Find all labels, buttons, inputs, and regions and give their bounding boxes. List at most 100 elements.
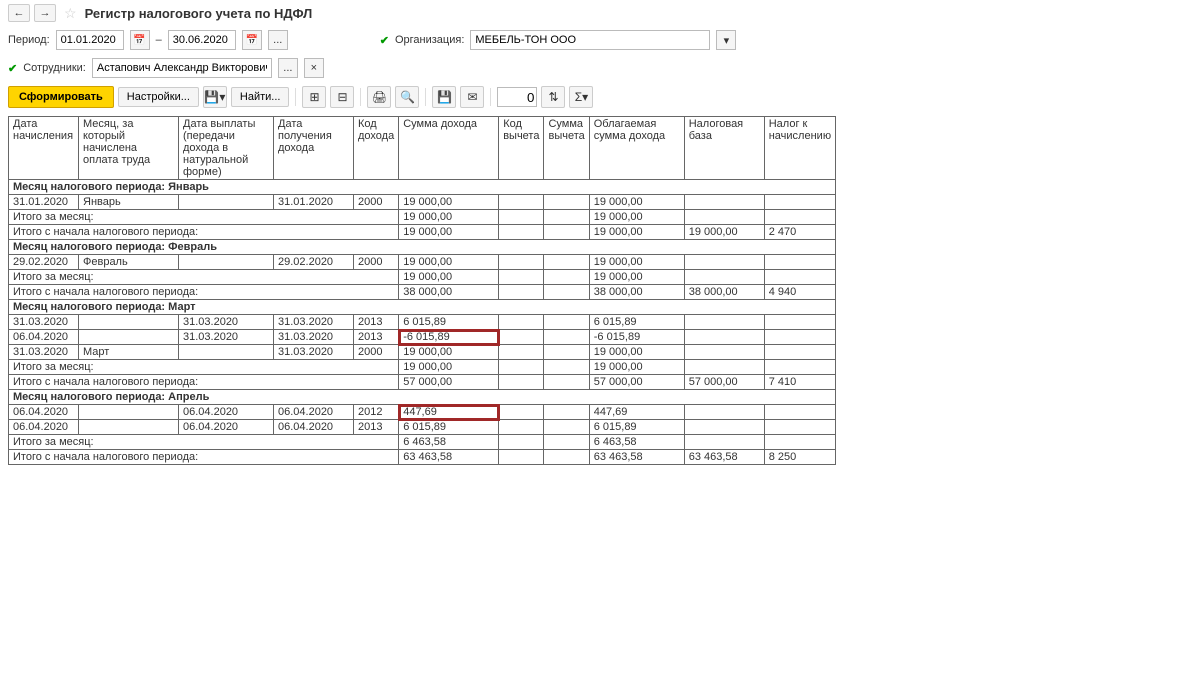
- cell[interactable]: 06.04.2020: [9, 405, 79, 420]
- collapse-all-icon[interactable]: ⊟: [330, 86, 354, 108]
- save-icon[interactable]: 💾: [432, 86, 456, 108]
- cell[interactable]: 29.02.2020: [9, 255, 79, 270]
- cell[interactable]: 63 463,58: [684, 450, 764, 465]
- back-button[interactable]: ←: [8, 4, 30, 22]
- spinner-icon[interactable]: ⇅: [541, 86, 565, 108]
- cell[interactable]: [544, 270, 589, 285]
- org-check-icon[interactable]: ✔: [380, 34, 389, 47]
- period-to-input[interactable]: [168, 30, 236, 50]
- cell[interactable]: [499, 375, 544, 390]
- cell[interactable]: [764, 435, 835, 450]
- cell[interactable]: [544, 420, 589, 435]
- cell[interactable]: [544, 210, 589, 225]
- cell[interactable]: 31.03.2020: [179, 330, 274, 345]
- cell[interactable]: 19 000,00: [399, 210, 499, 225]
- cell[interactable]: 19 000,00: [399, 225, 499, 240]
- cell[interactable]: [684, 330, 764, 345]
- cell[interactable]: 2013: [354, 330, 399, 345]
- cell[interactable]: 31.03.2020: [179, 315, 274, 330]
- cell[interactable]: 31.03.2020: [274, 345, 354, 360]
- cell[interactable]: 19 000,00: [399, 195, 499, 210]
- cell[interactable]: [684, 405, 764, 420]
- cell[interactable]: [499, 360, 544, 375]
- cell[interactable]: [79, 405, 179, 420]
- cell[interactable]: 19 000,00: [399, 360, 499, 375]
- cell[interactable]: 38 000,00: [399, 285, 499, 300]
- cell[interactable]: [544, 315, 589, 330]
- cell[interactable]: [179, 255, 274, 270]
- cell[interactable]: [764, 270, 835, 285]
- cell[interactable]: 2013: [354, 315, 399, 330]
- cell[interactable]: [684, 360, 764, 375]
- cell[interactable]: 8 250: [764, 450, 835, 465]
- cell[interactable]: [764, 315, 835, 330]
- cell[interactable]: 63 463,58: [399, 450, 499, 465]
- cell[interactable]: 19 000,00: [399, 270, 499, 285]
- cell[interactable]: [544, 375, 589, 390]
- cell[interactable]: 2 470: [764, 225, 835, 240]
- employee-check-icon[interactable]: ✔: [8, 62, 17, 75]
- cell[interactable]: [544, 330, 589, 345]
- cell[interactable]: [544, 195, 589, 210]
- cell[interactable]: [499, 435, 544, 450]
- calendar-to-icon[interactable]: 📅: [242, 30, 262, 50]
- cell[interactable]: 6 015,89: [399, 315, 499, 330]
- org-select[interactable]: [470, 30, 710, 50]
- cell[interactable]: 4 940: [764, 285, 835, 300]
- cell[interactable]: [684, 255, 764, 270]
- cell[interactable]: 6 463,58: [399, 435, 499, 450]
- cell[interactable]: [499, 285, 544, 300]
- cell[interactable]: 7 410: [764, 375, 835, 390]
- cell[interactable]: 447,69: [589, 405, 684, 420]
- zero-field[interactable]: [497, 87, 537, 107]
- cell[interactable]: Март: [79, 345, 179, 360]
- cell[interactable]: 2012: [354, 405, 399, 420]
- cell[interactable]: 2000: [354, 255, 399, 270]
- cell[interactable]: 19 000,00: [589, 360, 684, 375]
- employee-ellipsis-button[interactable]: ...: [278, 58, 298, 78]
- cell[interactable]: [684, 270, 764, 285]
- cell[interactable]: [499, 270, 544, 285]
- cell[interactable]: [499, 225, 544, 240]
- cell[interactable]: 63 463,58: [589, 450, 684, 465]
- favorite-icon[interactable]: ☆: [64, 5, 77, 22]
- cell[interactable]: 06.04.2020: [274, 405, 354, 420]
- cell[interactable]: 19 000,00: [589, 210, 684, 225]
- cell[interactable]: 06.04.2020: [179, 420, 274, 435]
- cell[interactable]: [79, 315, 179, 330]
- cell[interactable]: 447,69: [399, 405, 499, 420]
- cell[interactable]: [179, 195, 274, 210]
- print-icon[interactable]: 🖨: [367, 86, 391, 108]
- period-ellipsis-button[interactable]: ...: [268, 30, 288, 50]
- cell[interactable]: 29.02.2020: [274, 255, 354, 270]
- cell[interactable]: 19 000,00: [589, 255, 684, 270]
- cell[interactable]: [544, 450, 589, 465]
- cell[interactable]: [79, 420, 179, 435]
- cell[interactable]: [544, 255, 589, 270]
- cell[interactable]: 57 000,00: [399, 375, 499, 390]
- cell[interactable]: Февраль: [79, 255, 179, 270]
- cell[interactable]: 57 000,00: [589, 375, 684, 390]
- cell[interactable]: [544, 285, 589, 300]
- cell[interactable]: 31.03.2020: [274, 315, 354, 330]
- cell[interactable]: [684, 345, 764, 360]
- cell[interactable]: [764, 420, 835, 435]
- cell[interactable]: [499, 405, 544, 420]
- cell[interactable]: 57 000,00: [684, 375, 764, 390]
- cell[interactable]: 06.04.2020: [179, 405, 274, 420]
- cell[interactable]: Январь: [79, 195, 179, 210]
- sum-icon[interactable]: Σ▾: [569, 86, 593, 108]
- cell[interactable]: 19 000,00: [684, 225, 764, 240]
- preview-icon[interactable]: 🔍: [395, 86, 419, 108]
- cell[interactable]: [499, 345, 544, 360]
- cell[interactable]: [764, 345, 835, 360]
- cell[interactable]: [179, 345, 274, 360]
- cell[interactable]: 2000: [354, 345, 399, 360]
- cell[interactable]: [764, 360, 835, 375]
- cell[interactable]: 31.03.2020: [9, 315, 79, 330]
- cell[interactable]: [684, 195, 764, 210]
- cell[interactable]: 2000: [354, 195, 399, 210]
- cell[interactable]: 19 000,00: [589, 195, 684, 210]
- cell[interactable]: 6 015,89: [399, 420, 499, 435]
- cell[interactable]: [544, 435, 589, 450]
